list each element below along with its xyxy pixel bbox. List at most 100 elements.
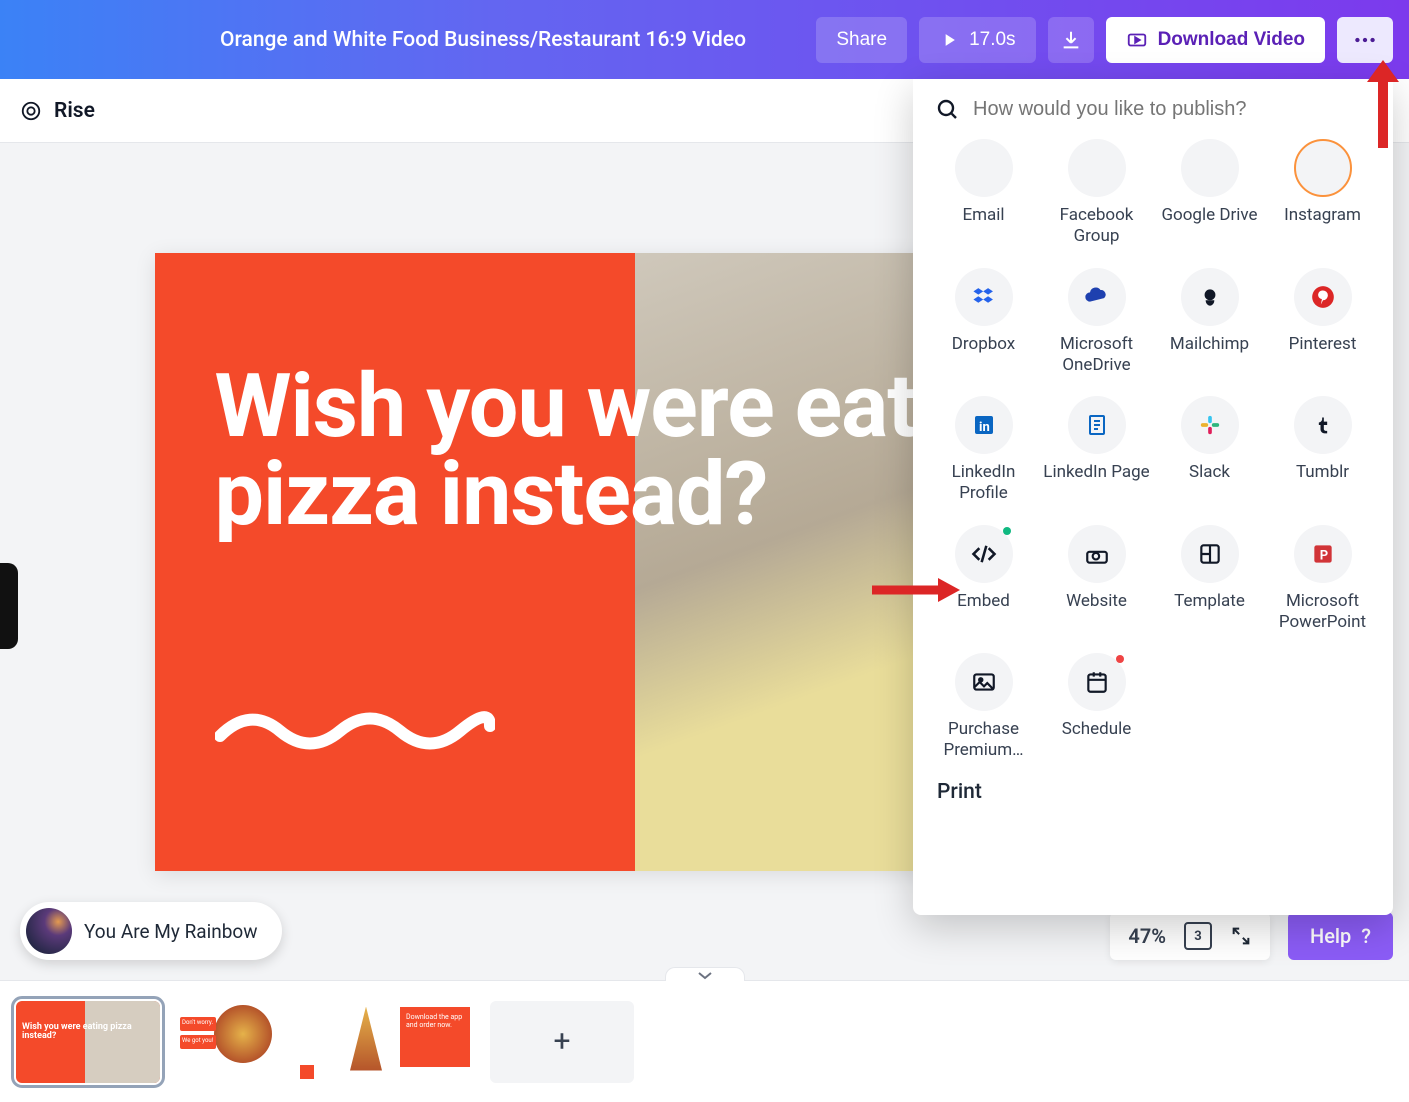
fullscreen-icon[interactable] — [1230, 925, 1252, 947]
powerpoint-icon: P — [1294, 525, 1352, 583]
document-title: Orange and White Food Business/Restauran… — [220, 28, 804, 52]
thumb-text: Wish you were eating pizza instead? — [22, 1023, 160, 1043]
download-video-label: Download Video — [1158, 29, 1305, 51]
publish-embed[interactable]: Embed — [929, 519, 1038, 640]
pinterest-icon — [1294, 268, 1352, 326]
publish-label: Microsoft OneDrive — [1042, 334, 1151, 377]
publish-linkedin-profile[interactable]: in LinkedIn Profile — [929, 390, 1038, 511]
publish-slack[interactable]: Slack — [1155, 390, 1264, 511]
publish-label: Website — [1066, 591, 1127, 633]
publish-label: Embed — [957, 591, 1010, 633]
publish-label: Instagram — [1284, 205, 1361, 247]
publish-schedule[interactable]: Schedule — [1042, 647, 1151, 768]
publish-grid: Email Facebook Group Google Drive Instag… — [913, 129, 1393, 768]
instagram-icon — [1294, 139, 1352, 197]
brand-icon — [20, 100, 42, 122]
publish-linkedin-page[interactable]: LinkedIn Page — [1042, 390, 1151, 511]
onedrive-icon — [1068, 268, 1126, 326]
facebook-group-icon — [1068, 139, 1126, 197]
publish-label: Purchase Premium… — [929, 719, 1038, 762]
publish-label: Tumblr — [1296, 462, 1349, 504]
publish-template[interactable]: Template — [1155, 519, 1264, 640]
image-icon — [955, 653, 1013, 711]
publish-mailchimp[interactable]: Mailchimp — [1155, 262, 1264, 383]
audio-chip[interactable]: You Are My Rainbow — [20, 902, 282, 960]
publish-powerpoint[interactable]: P Microsoft PowerPoint — [1268, 519, 1377, 640]
thumbnail-1[interactable]: Wish you were eating pizza instead? — [16, 1001, 160, 1083]
svg-text:P: P — [1319, 548, 1327, 563]
thumbnail-2[interactable]: Don't worry. We got you! — [174, 1001, 318, 1083]
publish-label: Schedule — [1062, 719, 1131, 761]
play-duration-button[interactable]: 17.0s — [919, 17, 1035, 63]
publish-onedrive[interactable]: Microsoft OneDrive — [1042, 262, 1151, 383]
publish-label: Dropbox — [952, 334, 1016, 376]
thumb-slice — [350, 1007, 382, 1071]
thumbnail-3[interactable]: Download the app and order now. — [332, 1001, 476, 1083]
add-page-button[interactable]: + — [490, 1001, 634, 1083]
publish-email[interactable]: Email — [929, 133, 1038, 254]
publish-pinterest[interactable]: Pinterest — [1268, 262, 1377, 383]
play-icon — [939, 30, 959, 50]
publish-label: Facebook Group — [1042, 205, 1151, 248]
dropbox-icon — [955, 268, 1013, 326]
side-panel-handle[interactable] — [0, 563, 18, 649]
download-button[interactable] — [1048, 17, 1094, 63]
footer-controls: 47% 3 Help ? — [1110, 912, 1393, 960]
publish-label: Mailchimp — [1170, 334, 1249, 376]
publish-label: Pinterest — [1289, 334, 1357, 376]
audio-track-label: You Are My Rainbow — [84, 920, 258, 943]
thumb-badge — [300, 1065, 314, 1079]
slack-icon — [1181, 396, 1239, 454]
duration-label: 17.0s — [969, 29, 1015, 51]
publish-facebook-group[interactable]: Facebook Group — [1042, 133, 1151, 254]
publish-purchase-premium[interactable]: Purchase Premium… — [929, 647, 1038, 768]
publish-label: Email — [962, 205, 1004, 247]
audio-thumb — [26, 908, 72, 954]
publish-label: Template — [1174, 591, 1245, 633]
template-icon — [1181, 525, 1239, 583]
slide-red-panel — [155, 253, 635, 871]
zoom-level[interactable]: 47% — [1128, 924, 1166, 948]
publish-dropbox[interactable]: Dropbox — [929, 262, 1038, 383]
website-icon — [1068, 525, 1126, 583]
schedule-icon — [1068, 653, 1126, 711]
video-icon — [1126, 29, 1148, 51]
help-button[interactable]: Help ? — [1288, 912, 1393, 960]
publish-search-input[interactable] — [973, 98, 1371, 121]
status-dot-icon — [1116, 655, 1124, 663]
dots-icon — [1352, 27, 1378, 53]
share-label: Share — [836, 29, 887, 51]
download-icon — [1060, 29, 1082, 51]
squiggle-icon — [215, 701, 495, 751]
publish-label: Microsoft PowerPoint — [1268, 591, 1377, 634]
download-video-button[interactable]: Download Video — [1106, 17, 1325, 63]
share-button[interactable]: Share — [816, 17, 907, 63]
publish-label: Slack — [1189, 462, 1230, 504]
linkedin-page-icon — [1068, 396, 1126, 454]
thumb-text: Download the app and order now. — [400, 1007, 470, 1067]
embed-icon — [955, 525, 1013, 583]
svg-text:in: in — [979, 420, 990, 435]
publish-panel: Email Facebook Group Google Drive Instag… — [913, 79, 1393, 915]
mailchimp-icon — [1181, 268, 1239, 326]
thumb-pizza — [214, 1005, 272, 1063]
publish-google-drive[interactable]: Google Drive — [1155, 133, 1264, 254]
print-section-header: Print — [913, 768, 1393, 804]
publish-tumblr[interactable]: Tumblr — [1268, 390, 1377, 511]
tumblr-icon — [1294, 396, 1352, 454]
search-icon — [935, 97, 959, 121]
chevron-down-icon — [697, 970, 713, 980]
publish-label: LinkedIn Page — [1043, 462, 1149, 504]
publish-instagram[interactable]: Instagram — [1268, 133, 1377, 254]
linkedin-icon: in — [955, 396, 1013, 454]
page-count-badge[interactable]: 3 — [1184, 922, 1212, 950]
question-icon: ? — [1361, 924, 1371, 948]
publish-website[interactable]: Website — [1042, 519, 1151, 640]
help-label: Help — [1310, 924, 1351, 948]
more-button[interactable] — [1337, 17, 1393, 63]
publish-label: LinkedIn Profile — [929, 462, 1038, 505]
strip-collapse-handle[interactable] — [665, 967, 745, 981]
view-controls: 47% 3 — [1110, 912, 1270, 960]
plus-icon: + — [553, 1024, 570, 1059]
publish-label: Google Drive — [1161, 205, 1257, 247]
